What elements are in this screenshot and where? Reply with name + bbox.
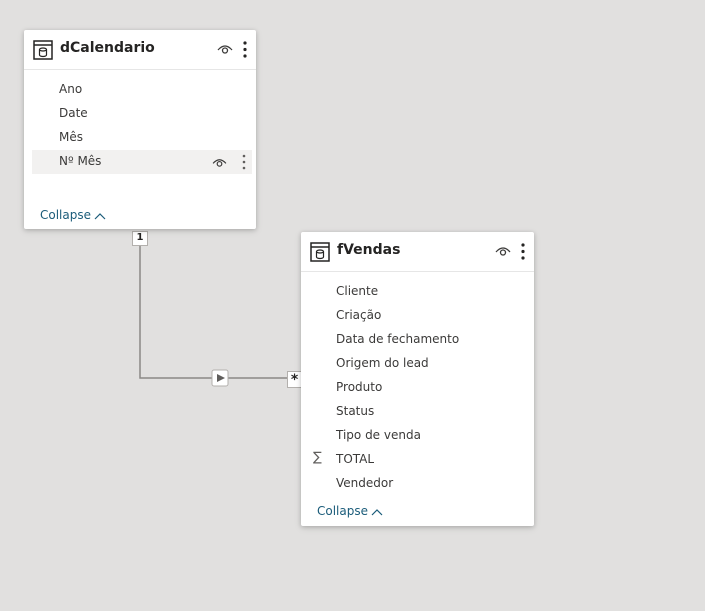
table-title: dCalendario	[60, 40, 155, 56]
field-item-tipo-de-venda[interactable]: Tipo de venda	[309, 424, 530, 448]
field-item-total[interactable]: ∑ TOTAL	[309, 448, 530, 472]
collapse-link[interactable]: Collapse	[317, 504, 383, 518]
field-item-produto[interactable]: Produto	[309, 376, 530, 400]
field-label: Data de fechamento	[336, 332, 460, 346]
table-title: fVendas	[337, 242, 401, 258]
table-icon	[33, 40, 53, 60]
field-item-criacao[interactable]: Criação	[309, 304, 530, 328]
table-card-fvendas[interactable]: fVendas Cliente Criação Data de fechamen…	[301, 232, 534, 526]
relationship-path[interactable]	[139, 238, 290, 379]
field-item-origem-do-lead[interactable]: Origem do lead	[309, 352, 530, 376]
eye-icon[interactable]	[217, 43, 233, 55]
field-label: Tipo de venda	[336, 428, 421, 442]
sigma-icon: ∑	[313, 450, 322, 465]
chevron-up-icon	[371, 508, 383, 515]
table-card-header[interactable]: fVendas	[301, 232, 534, 272]
field-label: TOTAL	[336, 452, 375, 466]
table-card-header[interactable]: dCalendario	[24, 30, 256, 70]
field-label: Ano	[59, 82, 83, 96]
table-icon	[310, 242, 330, 262]
eye-icon[interactable]	[212, 157, 227, 168]
chevron-up-icon	[94, 212, 106, 219]
field-label: Origem do lead	[336, 356, 429, 370]
table-card-dcalendario[interactable]: dCalendario Ano Date Mês Nº Mês Collapse	[24, 30, 256, 229]
field-item-vendedor[interactable]: Vendedor	[309, 472, 530, 496]
more-options-icon[interactable]	[242, 154, 246, 170]
field-item-mes[interactable]: Mês	[32, 126, 252, 150]
cardinality-one-badge: 1	[132, 231, 148, 246]
collapse-label: Collapse	[40, 208, 91, 222]
cardinality-many-badge: *	[287, 371, 302, 388]
field-label: Cliente	[336, 284, 379, 298]
collapse-link[interactable]: Collapse	[40, 208, 106, 222]
field-label: Produto	[336, 380, 383, 394]
collapse-label: Collapse	[317, 504, 368, 518]
more-options-icon[interactable]	[521, 243, 525, 260]
field-label: Status	[336, 404, 375, 418]
field-item-data-de-fechamento[interactable]: Data de fechamento	[309, 328, 530, 352]
field-label: Date	[59, 106, 88, 120]
field-item-cliente[interactable]: Cliente	[309, 280, 530, 304]
eye-icon[interactable]	[495, 245, 511, 257]
field-label: Criação	[336, 308, 382, 322]
field-item-n-mes[interactable]: Nº Mês	[32, 150, 252, 174]
field-item-date[interactable]: Date	[32, 102, 252, 126]
field-item-status[interactable]: Status	[309, 400, 530, 424]
field-label: Nº Mês	[59, 154, 102, 168]
field-label: Mês	[59, 130, 83, 144]
field-item-ano[interactable]: Ano	[32, 78, 252, 102]
more-options-icon[interactable]	[243, 41, 247, 58]
field-label: Vendedor	[336, 476, 394, 490]
